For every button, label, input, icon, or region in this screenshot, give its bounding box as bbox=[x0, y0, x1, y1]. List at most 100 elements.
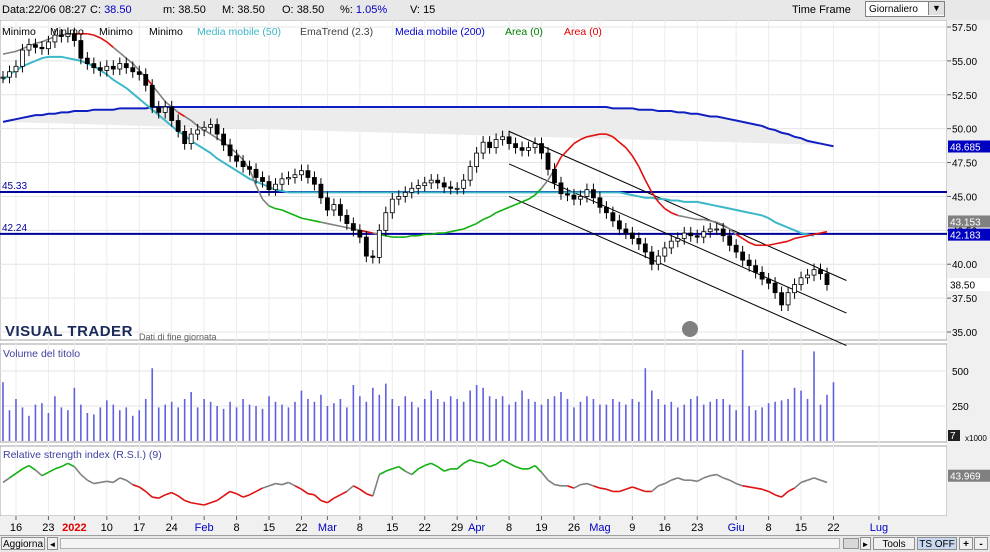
ts-off-label: TS OFF bbox=[919, 539, 955, 550]
candle-body bbox=[389, 198, 395, 214]
candle-body bbox=[337, 204, 343, 216]
candle-body bbox=[188, 133, 194, 144]
zoom-out-label: - bbox=[979, 539, 983, 550]
candle-body bbox=[46, 41, 51, 50]
support-line-label: 45.33 bbox=[2, 181, 27, 192]
candle-body bbox=[655, 255, 661, 265]
x-tick-label: 2022 bbox=[62, 522, 86, 534]
candle-body bbox=[123, 63, 129, 69]
scroll-left-icon[interactable]: ◄ bbox=[47, 537, 58, 550]
price-tick-label: 52.50 bbox=[952, 91, 977, 102]
candle-body bbox=[344, 215, 350, 224]
open-label: O: bbox=[282, 4, 294, 16]
candle-body bbox=[623, 228, 629, 234]
scroll-right-icon[interactable]: ► bbox=[860, 537, 871, 550]
close-label: C: bbox=[90, 4, 101, 16]
volume-tick-label: 500 bbox=[952, 367, 969, 378]
timeframe-label: Time Frame bbox=[792, 4, 851, 16]
candle-body bbox=[305, 170, 311, 178]
candle-body bbox=[740, 251, 746, 261]
candle-body bbox=[435, 179, 441, 184]
min-label: m: bbox=[163, 4, 176, 16]
candle-body bbox=[240, 160, 246, 168]
candle-body bbox=[273, 183, 278, 191]
chevron-down-icon[interactable]: ▼ bbox=[928, 2, 944, 15]
candle-body bbox=[448, 186, 454, 189]
candle-body bbox=[214, 124, 220, 135]
candle-body bbox=[260, 177, 265, 182]
candle-body bbox=[668, 240, 674, 249]
candle-body bbox=[727, 235, 733, 246]
candle-body bbox=[441, 182, 447, 188]
x-tick-label: 15 bbox=[386, 522, 398, 534]
candle-body bbox=[513, 143, 518, 149]
rsi-segment bbox=[710, 473, 717, 477]
scrollbar-thumb[interactable] bbox=[843, 538, 859, 549]
price-tick-label: 55.00 bbox=[952, 57, 977, 68]
candle-body bbox=[649, 251, 655, 265]
rsi-segment bbox=[197, 503, 205, 506]
candle-body bbox=[415, 185, 421, 189]
close-readout: C: 38.50 bbox=[90, 4, 132, 16]
candle-body bbox=[78, 40, 84, 59]
x-tick-label: 8 bbox=[506, 522, 512, 534]
candle-body bbox=[0, 76, 6, 79]
candle-body bbox=[526, 147, 531, 151]
candle-body bbox=[701, 231, 707, 238]
open-readout: O: 38.50 bbox=[282, 4, 324, 16]
pct-value: 1.05% bbox=[355, 4, 388, 16]
candle-body bbox=[480, 141, 486, 154]
candle-body bbox=[616, 220, 622, 230]
candle-body bbox=[156, 106, 162, 113]
x-tick-label: 15 bbox=[263, 522, 275, 534]
price-value-tag-label: 48.685 bbox=[950, 142, 981, 153]
candle-body bbox=[493, 139, 499, 149]
refresh-button[interactable]: Aggiorna bbox=[1, 537, 45, 550]
candle-body bbox=[182, 130, 188, 144]
x-tick-label: 19 bbox=[535, 522, 547, 534]
horizontal-scrollbar[interactable] bbox=[60, 538, 840, 549]
legend-entry: Minimo bbox=[50, 26, 84, 38]
candle-body bbox=[746, 259, 752, 266]
x-tick-label: 10 bbox=[101, 522, 113, 534]
candle-body bbox=[312, 177, 317, 185]
candle-body bbox=[759, 271, 765, 280]
candle-body bbox=[642, 243, 648, 253]
candle-body bbox=[545, 152, 551, 170]
candle-body bbox=[487, 141, 493, 149]
x-tick-label: 23 bbox=[42, 522, 54, 534]
top-info-bar: Data:22/06 08:27 C: 38.50 m: 38.50 M: 38… bbox=[0, 0, 990, 21]
x-tick-label: 15 bbox=[795, 522, 807, 534]
candle-body bbox=[565, 193, 570, 196]
x-tick-label: Mag bbox=[589, 522, 610, 534]
candle-body bbox=[584, 189, 590, 197]
tools-button[interactable]: Tools bbox=[873, 537, 915, 550]
rsi-segment bbox=[106, 480, 114, 484]
candle-body bbox=[558, 182, 564, 195]
candle-body bbox=[720, 228, 726, 237]
date-value: 22/06 08:27 bbox=[28, 4, 87, 16]
zoom-out-button[interactable]: - bbox=[974, 537, 988, 550]
tools-label: Tools bbox=[882, 539, 906, 550]
x-tick-label: 23 bbox=[691, 522, 703, 534]
candle-body bbox=[707, 228, 713, 233]
legend-entry: Minimo bbox=[149, 26, 183, 38]
pct-readout: %: 1.05% bbox=[340, 4, 387, 16]
chart-area[interactable]: 57.5055.0052.5050.0047.5045.0042.5040.00… bbox=[0, 20, 990, 535]
candle-body bbox=[130, 67, 136, 73]
candle-body bbox=[363, 236, 369, 257]
zoom-in-button[interactable]: + bbox=[959, 537, 973, 550]
candle-body bbox=[331, 204, 337, 211]
x-tick-label: 8 bbox=[766, 522, 772, 534]
x-tick-label: 22 bbox=[827, 522, 839, 534]
legend-entry: Area (0) bbox=[505, 26, 543, 38]
candle-body bbox=[279, 178, 285, 185]
ts-off-button[interactable]: TS OFF bbox=[917, 537, 957, 550]
candle-body bbox=[766, 278, 772, 284]
drag-handle-icon[interactable] bbox=[682, 321, 698, 337]
candle-body bbox=[247, 166, 252, 170]
candle-body bbox=[208, 124, 214, 128]
candle-body bbox=[422, 182, 428, 186]
x-axis-background bbox=[0, 516, 990, 535]
candle-body bbox=[162, 106, 168, 113]
